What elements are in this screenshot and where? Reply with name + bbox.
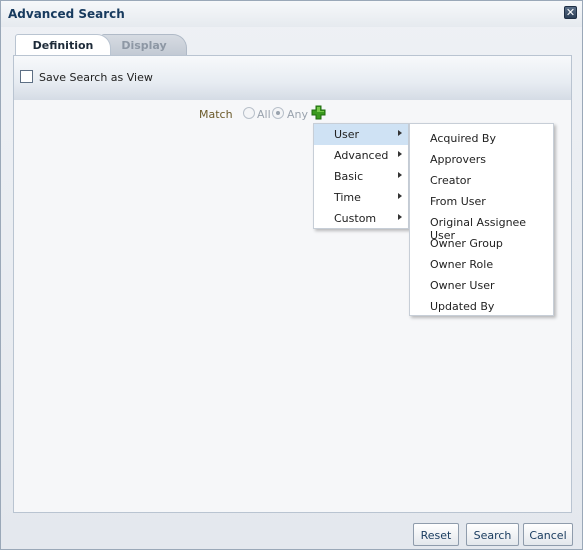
submenu-arrow-icon (398, 214, 402, 220)
submenu-item-acquired-by[interactable]: Acquired By (410, 126, 553, 147)
tab-definition[interactable]: Definition (15, 34, 111, 55)
submenu-arrow-icon (398, 130, 402, 136)
submenu-arrow-icon (398, 172, 402, 178)
submenu-item-label: From User (430, 195, 486, 208)
save-search-label: Save Search as View (39, 71, 153, 84)
match-all-radio[interactable] (243, 107, 255, 119)
submenu-item-label: Updated By (430, 300, 495, 313)
search-button[interactable]: Search (466, 523, 519, 546)
tab-definition-label: Definition (32, 39, 94, 52)
panel-header: Save Search as View (14, 56, 571, 100)
title-bar: Advanced Search ✕ (1, 1, 582, 27)
submenu-item-label: Creator (430, 174, 472, 187)
submenu-item-creator[interactable]: Creator (410, 168, 553, 189)
submenu-item-owner-group[interactable]: Owner Group (410, 231, 553, 252)
submenu-arrow-icon (398, 193, 402, 199)
match-any-radio[interactable] (272, 107, 284, 119)
menu-item-user[interactable]: User (314, 124, 408, 145)
submenu-item-label: Approvers (430, 153, 487, 166)
radio-selected-dot (276, 111, 280, 115)
submenu-item-from-user[interactable]: From User (410, 189, 553, 210)
match-all-label: All (257, 108, 271, 121)
reset-button[interactable]: Reset (413, 523, 459, 546)
match-label: Match (199, 108, 233, 121)
menu-item-custom[interactable]: Custom (314, 208, 408, 229)
close-button[interactable]: ✕ (564, 6, 577, 19)
menu-item-time[interactable]: Time (314, 187, 408, 208)
advanced-search-dialog: Advanced Search ✕ Display Definition Sav… (0, 0, 583, 550)
submenu-item-label: Owner Group (430, 237, 503, 250)
user-submenu: Acquired By Approvers Creator From User … (409, 123, 554, 316)
cancel-button[interactable]: Cancel (523, 523, 573, 546)
menu-item-label: Advanced (334, 149, 389, 162)
menu-item-label: Time (334, 191, 361, 204)
submenu-item-updated-by[interactable]: Updated By (410, 294, 553, 315)
match-any-label: Any (287, 108, 309, 121)
close-icon: ✕ (565, 6, 576, 19)
menu-item-advanced[interactable]: Advanced (314, 145, 408, 166)
menu-item-basic[interactable]: Basic (314, 166, 408, 187)
dialog-title: Advanced Search (8, 7, 125, 21)
save-search-checkbox[interactable] (20, 70, 33, 83)
submenu-arrow-icon (398, 151, 402, 157)
add-icon[interactable] (311, 105, 326, 120)
submenu-item-original-assignee-user[interactable]: Original Assignee User (410, 210, 553, 242)
submenu-item-approvers[interactable]: Approvers (410, 147, 553, 168)
menu-item-label: Custom (334, 212, 377, 225)
menu-item-label: Basic (334, 170, 364, 183)
tab-display[interactable]: Display (101, 34, 187, 55)
submenu-item-owner-user[interactable]: Owner User (410, 273, 553, 294)
submenu-item-label: Owner User (430, 279, 495, 292)
submenu-item-label: Owner Role (430, 258, 494, 271)
add-criteria-menu: User Advanced Basic Time Custom (313, 123, 409, 229)
submenu-item-label: Acquired By (430, 132, 496, 145)
tab-display-label: Display (121, 39, 167, 52)
submenu-item-owner-role[interactable]: Owner Role (410, 252, 553, 273)
menu-item-label: User (334, 128, 360, 141)
